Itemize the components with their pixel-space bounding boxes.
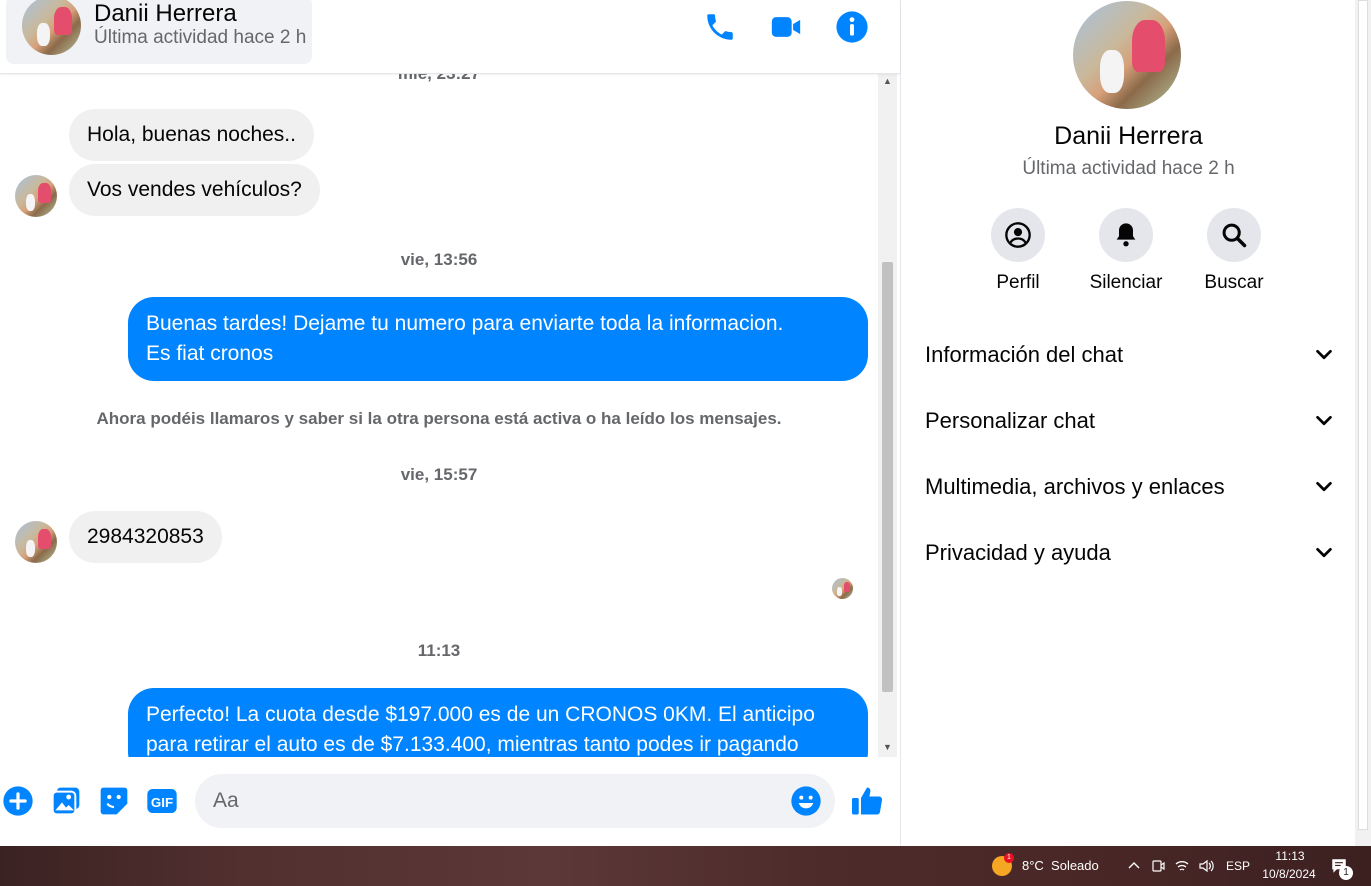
section-label: Privacidad y ayuda: [925, 540, 1111, 565]
smiley-icon: [791, 786, 821, 816]
chevron-down-icon: [1316, 547, 1332, 558]
system-notice: Ahora podéis llamaros y saber si la otra…: [96, 409, 782, 428]
message-list[interactable]: mié, 23:27 Hola, buenas noches.. Vos ven…: [0, 74, 878, 757]
timestamp: mié, 23:27: [0, 74, 878, 84]
meet-now-icon[interactable]: [1150, 858, 1166, 874]
gif-icon: GIF: [147, 789, 177, 813]
mute-action-button[interactable]: Silenciar: [1081, 208, 1171, 294]
sender-avatar[interactable]: [15, 175, 57, 217]
chat-column: Danii Herrera Última actividad hace 2 h …: [0, 0, 900, 846]
photo-gallery-icon: [51, 787, 80, 816]
scroll-up-arrow-icon[interactable]: ▲: [878, 74, 897, 88]
clock-time[interactable]: 11:13: [1262, 849, 1318, 863]
scroll-thumb[interactable]: [882, 262, 893, 692]
wifi-icon[interactable]: [1174, 858, 1190, 874]
svg-text:GIF: GIF: [151, 795, 173, 810]
clock-date[interactable]: 10/8/2024: [1258, 867, 1320, 881]
thumbs-up-icon: [852, 787, 883, 815]
action-label: Silenciar: [1089, 272, 1163, 293]
weather-badge: 1: [1004, 853, 1014, 863]
section-label: Multimedia, archivos y enlaces: [925, 474, 1225, 499]
phone-icon: [707, 14, 733, 40]
conversation-info-button[interactable]: [835, 10, 869, 44]
plus-circle-icon: [3, 786, 33, 816]
emoji-button[interactable]: [790, 785, 822, 817]
mute-action-circle[interactable]: [1099, 208, 1153, 262]
info-icon: [836, 11, 868, 43]
conversation-info-panel: Danii Herrera Última actividad hace 2 h …: [900, 0, 1355, 846]
video-camera-icon: [771, 17, 801, 37]
bell-icon: [1116, 223, 1136, 247]
action-label: Perfil: [996, 272, 1040, 293]
sticker-button[interactable]: [98, 785, 130, 817]
messenger-app: Danii Herrera Última actividad hace 2 h …: [0, 0, 1371, 846]
sender-avatar[interactable]: [15, 521, 57, 563]
attach-photo-button[interactable]: [50, 785, 82, 817]
more-actions-button[interactable]: [2, 785, 34, 817]
outgoing-message[interactable]: Perfecto! La cuota desde $197.000 es de …: [128, 688, 868, 757]
read-receipt-avatar: [832, 578, 853, 599]
panel-scroll-thumb[interactable]: [1358, 0, 1368, 830]
contact-name: Danii Herrera: [94, 0, 237, 27]
section-label: Personalizar chat: [925, 408, 1095, 433]
search-action-button[interactable]: Buscar: [1189, 208, 1279, 294]
chevron-down-icon: [1316, 349, 1332, 360]
section-label: Información del chat: [925, 342, 1124, 367]
section-media-files-links[interactable]: Multimedia, archivos y enlaces: [925, 462, 1335, 512]
search-icon: [1222, 223, 1247, 248]
send-like-button[interactable]: [849, 783, 885, 819]
profile-action-button[interactable]: Perfil: [973, 208, 1063, 294]
chat-header: Danii Herrera Última actividad hace 2 h: [0, 0, 900, 74]
message-line: para retirar el auto es de $7.133.400, m…: [146, 733, 799, 756]
action-label: Buscar: [1204, 272, 1264, 293]
message-line: Perfecto! La cuota desde $197.000 es de …: [146, 703, 815, 726]
chevron-up-icon[interactable]: [1126, 858, 1142, 874]
outgoing-message[interactable]: Buenas tardes! Dejame tu numero para env…: [128, 297, 868, 381]
timestamp: vie, 15:57: [400, 465, 478, 484]
weather-text[interactable]: 8°C Soleado: [1022, 858, 1099, 873]
windows-taskbar: 1 8°C Soleado ESP 11:13 10/8/2024 1: [0, 846, 1371, 886]
section-customize-chat[interactable]: Personalizar chat: [925, 396, 1335, 446]
composer: GIF: [0, 757, 900, 846]
gif-button[interactable]: GIF: [146, 785, 178, 817]
input-language[interactable]: ESP: [1226, 859, 1250, 873]
section-chat-info[interactable]: Información del chat: [925, 330, 1335, 380]
search-action-circle[interactable]: [1207, 208, 1261, 262]
profile-status: Última actividad hace 2 h: [1022, 158, 1235, 179]
profile-icon: [1005, 222, 1031, 248]
message-line: Buenas tardes! Dejame tu numero para env…: [146, 312, 784, 335]
contact-avatar[interactable]: [22, 0, 81, 55]
notification-count-badge: 1: [1339, 866, 1353, 880]
scroll-down-arrow-icon[interactable]: ▼: [878, 740, 897, 754]
phone-call-button[interactable]: [703, 10, 737, 44]
video-call-button[interactable]: [769, 10, 803, 44]
sticker-icon: [100, 787, 128, 815]
contact-status: Última actividad hace 2 h: [94, 27, 307, 48]
volume-icon[interactable]: [1198, 858, 1214, 874]
message-scrollbar[interactable]: ▲ ▼: [878, 74, 897, 757]
timestamp: vie, 13:56: [400, 250, 478, 269]
profile-avatar-large[interactable]: [1073, 1, 1181, 109]
section-privacy-help[interactable]: Privacidad y ayuda: [925, 528, 1335, 578]
incoming-message[interactable]: Hola, buenas noches..: [69, 109, 314, 161]
message-input[interactable]: [195, 774, 835, 828]
incoming-message[interactable]: 2984320853: [69, 511, 222, 563]
timestamp: 11:13: [417, 641, 461, 660]
contact-header-button[interactable]: Danii Herrera Última actividad hace 2 h: [6, 0, 312, 64]
profile-action-circle[interactable]: [991, 208, 1045, 262]
panel-scrollbar[interactable]: [1355, 0, 1371, 846]
message-line: Es fiat cronos: [146, 342, 274, 365]
chevron-down-icon: [1316, 481, 1332, 492]
profile-name: Danii Herrera: [1054, 122, 1203, 150]
incoming-message[interactable]: Vos vendes vehículos?: [69, 164, 320, 216]
chevron-down-icon: [1316, 415, 1332, 426]
